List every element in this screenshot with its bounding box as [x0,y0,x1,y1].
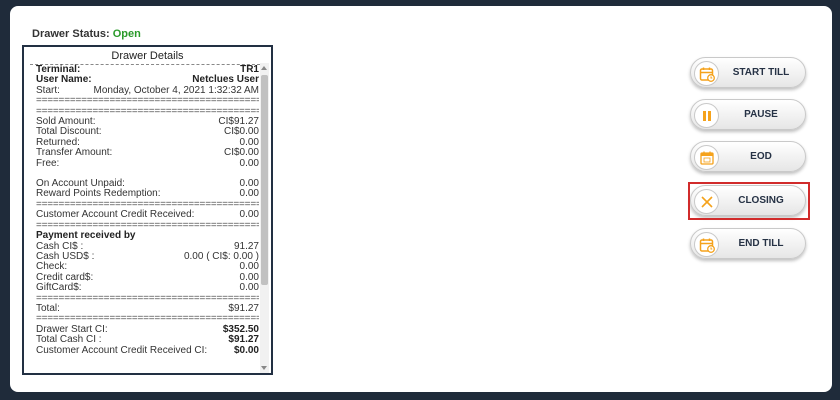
eod-button[interactable]: EOD [690,141,806,172]
receipt-row-total: Total: $91.27 [36,302,259,314]
closing-highlight-box [688,182,810,220]
receipt-row-giftcard: GiftCard$: 0.00 [36,282,259,294]
drawer-status: Drawer Status: Open [32,28,141,40]
scroll-thumb[interactable] [261,75,268,285]
receipt-row-cash-usd: Cash USD$ :0.00 ( CI$: 0.00 ) [36,250,259,262]
pause-icon [694,103,719,128]
drawer-status-value: Open [112,28,141,40]
receipt-row-total-cash: Total Cash CI : $91.27 [36,334,259,346]
receipt-row-start: Start: Monday, October 4, 2021 1:32:32 AM [36,84,259,96]
calendar-icon [694,145,719,170]
calendar-clock-icon [694,61,719,86]
receipt-row-transfer: Transfer Amount: CI$0.00 [36,147,259,159]
end-till-button[interactable]: END TILL [690,228,806,259]
receipt-row-free: Free: 0.00 [36,157,259,169]
receipt-payment-heading: Payment received by [36,230,136,242]
start-till-button[interactable]: START TILL [690,57,806,88]
scroll-down-arrow-icon[interactable] [261,366,267,370]
end-till-label: END TILL [738,238,784,249]
pause-button[interactable]: PAUSE [690,99,806,130]
drawer-receipt: Terminal: TR1 User Name: Netclues User Sta… [36,64,259,356]
details-scrollbar[interactable] [260,63,269,373]
pause-label: PAUSE [744,109,778,120]
receipt-separator: ======================================== [36,96,259,107]
drawer-details-title: Drawer Details [30,50,265,65]
receipt-row-credit-ci: Customer Account Credit Received CI: $0.0… [36,344,259,356]
receipt-row-credit: Customer Account Credit Received: 0.00 [36,209,259,221]
receipt-row-reward: Reward Points Redemption: 0.00 [36,188,259,200]
eod-label: EOD [750,151,772,162]
drawer-status-label: Drawer Status: [32,28,110,40]
calendar-clock-icon [694,232,719,257]
start-till-label: START TILL [732,67,790,78]
drawer-details-panel: Drawer Details Terminal: TR1 User Name: Ne… [22,45,273,375]
scroll-up-arrow-icon[interactable] [261,66,267,70]
receipt-separator: ======================================== [36,293,259,304]
